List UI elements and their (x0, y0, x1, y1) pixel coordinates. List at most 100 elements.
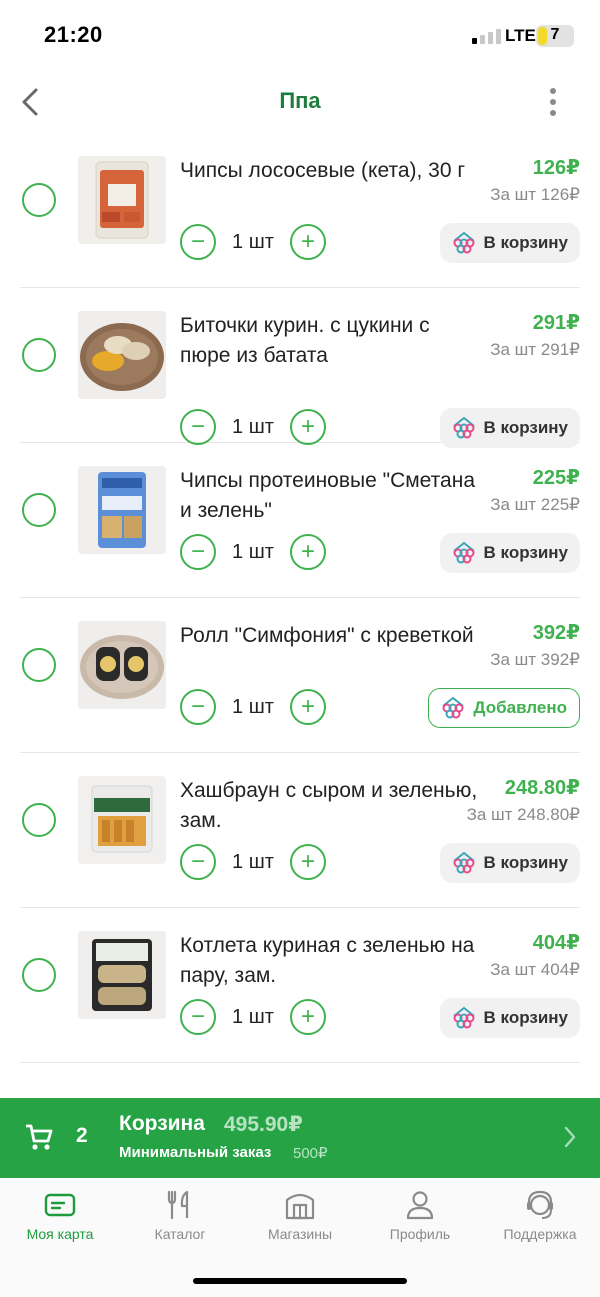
basket-logo-icon (452, 1006, 475, 1029)
increase-button[interactable]: + (290, 534, 326, 570)
list-item: Хашбраун с сыром и зеленью, зам. 248.80₽… (20, 753, 580, 908)
basket-logo-icon (442, 696, 465, 719)
quantity-stepper: − 1 шт + (180, 844, 326, 880)
quantity-value: 1 шт (232, 1005, 274, 1028)
decrease-button[interactable]: − (180, 689, 216, 725)
quantity-stepper: − 1 шт + (180, 224, 326, 260)
added-to-cart-button[interactable]: Добавлено (428, 688, 580, 728)
tab-label: Моя карта (26, 1226, 94, 1242)
unit-price: За шт 225₽ (490, 495, 580, 514)
card-icon (44, 1193, 76, 1217)
list-item: Чипсы протеиновые "Сметана и зелень" 225… (20, 443, 580, 598)
product-list: Чипсы лососевые (кета), 30 г 126₽ За шт … (0, 133, 600, 1063)
product-image[interactable] (78, 466, 166, 554)
battery-icon: 7 (536, 25, 574, 47)
product-name[interactable]: Чипсы лососевые (кета), 30 г (180, 156, 480, 186)
basket-logo-icon (452, 231, 475, 254)
add-to-cart-button[interactable]: В корзину (439, 843, 580, 883)
tab-support[interactable]: Поддержка (480, 1188, 600, 1242)
tab-stores[interactable]: Магазины (240, 1188, 360, 1242)
cart-button-label: В корзину (483, 1008, 568, 1027)
list-item: Биточки курин. с цукини с пюре из батата… (20, 288, 580, 448)
product-image[interactable] (78, 776, 166, 864)
product-name[interactable]: Биточки курин. с цукини с пюре из батата (180, 311, 480, 371)
list-item: Ролл "Симфония" с креветкой 392₽ За шт 3… (20, 598, 580, 753)
increase-button[interactable]: + (290, 224, 326, 260)
tab-catalog[interactable]: Каталог (120, 1188, 240, 1242)
decrease-button[interactable]: − (180, 999, 216, 1035)
shopping-cart-icon (26, 1124, 53, 1150)
product-price: 392₽ (532, 622, 580, 644)
unit-price: За шт 392₽ (490, 650, 580, 669)
tab-profile[interactable]: Профиль (360, 1188, 480, 1242)
cart-count: 2 (76, 1124, 88, 1147)
page-title: Ппа (279, 88, 321, 113)
headset-icon (527, 1190, 553, 1219)
product-image[interactable] (78, 931, 166, 1019)
add-to-cart-button[interactable]: В корзину (439, 223, 580, 263)
tab-label: Поддержка (503, 1226, 577, 1242)
header: Ппа (0, 76, 600, 128)
cart-bar[interactable]: 2 Корзина 495.90₽ Минимальный заказ 500₽ (0, 1098, 600, 1178)
battery-level: 7 (550, 26, 560, 43)
add-to-cart-button[interactable]: В корзину (439, 998, 580, 1038)
select-checkbox[interactable] (22, 338, 56, 372)
product-name[interactable]: Чипсы протеиновые "Сметана и зелень" (180, 466, 480, 526)
product-image[interactable] (78, 621, 166, 709)
unit-price: За шт 291₽ (490, 340, 580, 359)
select-checkbox[interactable] (22, 648, 56, 682)
more-options-icon[interactable] (540, 84, 566, 120)
product-price: 225₽ (532, 467, 580, 489)
quantity-value: 1 шт (232, 850, 274, 873)
decrease-button[interactable]: − (180, 844, 216, 880)
increase-button[interactable]: + (290, 409, 326, 445)
unit-price: За шт 248.80₽ (466, 805, 580, 824)
cart-button-label: В корзину (483, 418, 568, 437)
increase-button[interactable]: + (290, 999, 326, 1035)
decrease-button[interactable]: − (180, 409, 216, 445)
add-to-cart-button[interactable]: В корзину (439, 408, 580, 448)
list-item: Котлета куриная с зеленью на пару, зам. … (20, 908, 580, 1063)
chevron-right-icon (564, 1126, 576, 1148)
select-checkbox[interactable] (22, 958, 56, 992)
cart-button-label: В корзину (483, 543, 568, 562)
basket-logo-icon (452, 541, 475, 564)
product-name[interactable]: Хашбраун с сыром и зеленью, зам. (180, 776, 480, 836)
cart-total: 495.90₽ (224, 1113, 303, 1136)
decrease-button[interactable]: − (180, 534, 216, 570)
quantity-value: 1 шт (232, 415, 274, 438)
basket-logo-icon (452, 851, 475, 874)
product-image[interactable] (78, 311, 166, 399)
list-item: Чипсы лососевые (кета), 30 г 126₽ За шт … (20, 133, 580, 288)
tab-my-card[interactable]: Моя карта (0, 1188, 120, 1242)
select-checkbox[interactable] (22, 493, 56, 527)
product-price: 126₽ (532, 157, 580, 179)
network-label: LTE (505, 26, 536, 45)
cart-label: Корзина (119, 1112, 205, 1135)
product-price: 291₽ (532, 312, 580, 334)
product-name[interactable]: Ролл "Симфония" с креветкой (180, 621, 480, 651)
unit-price: За шт 404₽ (490, 960, 580, 979)
min-order-label: Минимальный заказ (119, 1144, 272, 1161)
quantity-value: 1 шт (232, 230, 274, 253)
select-checkbox[interactable] (22, 803, 56, 837)
tab-label: Каталог (154, 1226, 206, 1242)
product-name[interactable]: Котлета куриная с зеленью на пару, зам. (180, 931, 480, 991)
add-to-cart-button[interactable]: В корзину (439, 533, 580, 573)
increase-button[interactable]: + (290, 844, 326, 880)
product-image[interactable] (78, 156, 166, 244)
quantity-value: 1 шт (232, 695, 274, 718)
quantity-stepper: − 1 шт + (180, 999, 326, 1035)
select-checkbox[interactable] (22, 183, 56, 217)
min-order-value: 500₽ (293, 1145, 328, 1162)
increase-button[interactable]: + (290, 689, 326, 725)
decrease-button[interactable]: − (180, 224, 216, 260)
status-time: 21:20 (44, 22, 103, 47)
cart-button-label: Добавлено (473, 698, 567, 717)
quantity-value: 1 шт (232, 540, 274, 563)
quantity-stepper: − 1 шт + (180, 409, 326, 445)
quantity-stepper: − 1 шт + (180, 534, 326, 570)
home-indicator (193, 1278, 407, 1284)
product-price: 248.80₽ (504, 777, 580, 799)
fork-knife-icon (167, 1190, 189, 1220)
